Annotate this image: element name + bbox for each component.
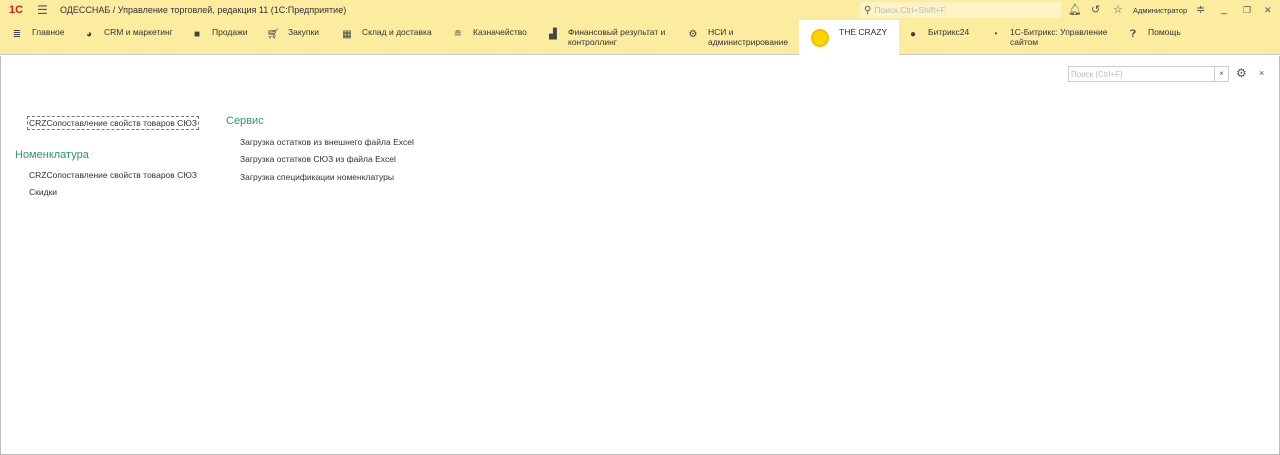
nav-label: 1С-Битрикс: Управление сайтом [1010,27,1108,47]
bell-icon[interactable]: 🔔︎ [1068,3,1082,16]
nav-sales[interactable]: ■ Продажи [190,20,260,55]
minimize-icon[interactable]: _ [1221,3,1227,15]
nav-crm[interactable]: ◕ CRM и маркетинг [80,20,185,55]
restore-icon[interactable]: ❐ [1243,5,1251,16]
gear-icon: ⚙ [688,29,698,40]
user-name[interactable]: Администратор [1133,6,1187,15]
close-icon[interactable]: × [1259,68,1264,78]
warehouse-icon: ▦ [342,29,352,40]
sun-icon [811,29,829,47]
1c-logo: 1С [9,4,24,16]
content-frame [0,56,1280,455]
star-icon[interactable]: ☆ [1113,3,1123,16]
section-search-input[interactable]: Поиск (Ctrl+F) [1068,66,1215,82]
clear-search-button[interactable]: × [1214,66,1229,82]
link-discounts[interactable]: Скидки [29,187,57,197]
link-crz[interactable]: CRZСопоставление свойств товаров СЮЗ [29,170,197,180]
nav-label: НСИ и администрирование [708,27,789,47]
bitrix24-icon: ● [909,29,917,40]
link-load-suz-excel[interactable]: Загрузка остатков СЮЗ из файла Excel [240,154,396,164]
search-icon: ⚲ [864,4,872,16]
help-icon: ❓︎ [1129,29,1136,40]
link-crz-top[interactable]: CRZСопоставление свойств товаров СЮЗ [26,116,200,130]
nav-finance[interactable]: ▟ Финансовый результат и контроллинг [546,20,676,55]
nav-nsi[interactable]: ⚙ НСИ и администрирование [686,20,798,55]
nav-purchases[interactable]: 🛒︎ Закупки [266,20,336,55]
nav-bitrix24[interactable]: ● Битрикс24 [906,20,981,55]
chart-icon: ▟ [549,29,557,40]
link-load-spec[interactable]: Загрузка спецификации номенклатуры [240,172,394,182]
nav-label: Закупки [288,27,319,37]
nav-label: CRM и маркетинг [104,27,173,37]
nav-label: Финансовый результат и контроллинг [568,27,666,47]
coins-icon: ≘ [453,29,463,40]
pie-icon: ◕ [85,29,93,40]
nav-label: Казначейство [473,27,527,37]
nav-label: Главное [32,27,65,37]
nav-label: Склад и доставка [362,27,432,37]
nav-bitrix-site[interactable]: ◔ 1С-Битрикс: Управление сайтом [988,20,1118,55]
nav-label: Продажи [212,27,248,37]
bag-icon: ■ [193,29,201,40]
bitrix-icon: ◔ [991,29,999,40]
title-bar: 1С ☰ ОДЕССНАБ / Управление торговлей, ре… [0,0,1280,20]
nav-treasury[interactable]: ≘ Казначейство [451,20,541,55]
nav-warehouse[interactable]: ▦ Склад и доставка [340,20,445,55]
group-title-service: Сервис [226,115,264,127]
global-search-input[interactable]: ⚲ Поиск Ctrl+Shift+F [860,2,1061,18]
nav-the-crazy[interactable]: THE CRAZY [799,20,899,55]
history-icon[interactable]: ↺ [1091,3,1100,16]
nav-label: Битрикс24 [928,27,970,37]
settings-menu-icon[interactable]: ≑ [1196,3,1205,16]
cart-icon: 🛒︎ [266,29,280,40]
settings-gear-icon[interactable]: ⚙ [1236,66,1247,80]
nav-help[interactable]: ❓︎ Помощь [1126,20,1206,55]
nav-label: Помощь [1148,27,1181,37]
close-window-icon[interactable]: ✕ [1264,5,1272,16]
app-title: ОДЕССНАБ / Управление торговлей, редакци… [60,5,347,15]
search-placeholder: Поиск Ctrl+Shift+F [874,5,946,15]
link-load-excel[interactable]: Загрузка остатков из внешнего файла Exce… [240,137,414,147]
section-panel: ≣ Главное ◕ CRM и маркетинг ■ Продажи 🛒︎ Зак… [0,20,1280,55]
nav-main[interactable]: ≣ Главное [6,20,86,55]
menu-icon: ≣ [12,29,22,40]
group-title-nomenclature: Номенклатура [15,149,89,161]
nav-label: THE CRAZY [839,27,888,37]
main-menu-icon[interactable]: ☰ [37,3,48,17]
